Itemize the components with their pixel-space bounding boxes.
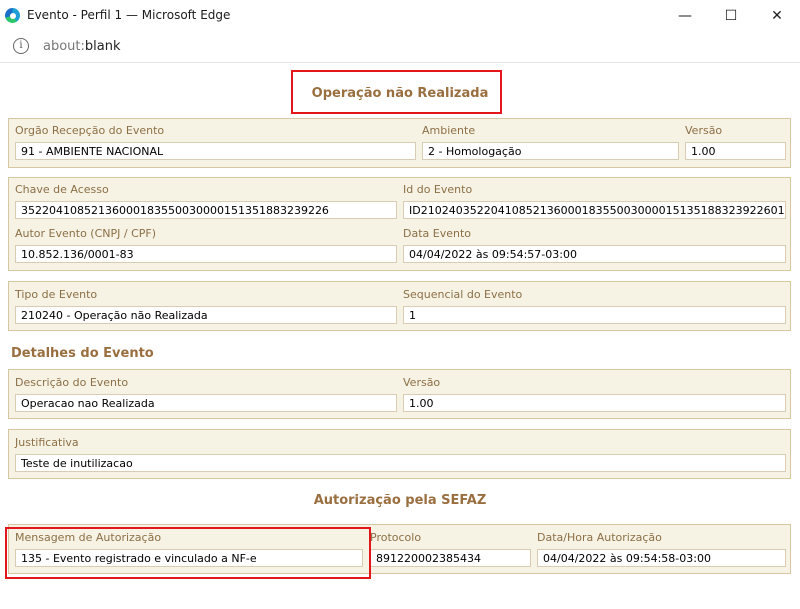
detalhes-title: Detalhes do Evento xyxy=(11,346,154,361)
close-button[interactable]: ✕ xyxy=(754,0,800,32)
id-evento-field: ID21024035220410852136000183550030000151… xyxy=(403,201,786,219)
orgao-label: Orgão Recepção do Evento xyxy=(15,124,165,137)
window-titlebar: Evento - Perfil 1 — Microsoft Edge — ☐ ✕ xyxy=(0,0,800,32)
panel-justificativa: Justificativa Teste de inutilizacao xyxy=(8,429,791,479)
ambiente-field: 2 - Homologação xyxy=(422,142,679,160)
justificativa-label: Justificativa xyxy=(15,436,79,449)
datahora-label: Data/Hora Autorização xyxy=(537,531,662,544)
url-scheme: about: xyxy=(43,39,85,54)
highlight-box-mensagem xyxy=(5,527,371,579)
info-icon[interactable]: i xyxy=(13,38,29,54)
window-title: Evento - Perfil 1 — Microsoft Edge xyxy=(27,8,231,22)
edge-logo-icon xyxy=(5,8,20,23)
det-versao-field: 1.00 xyxy=(403,394,786,412)
autor-label: Autor Evento (CNPJ / CPF) xyxy=(15,227,157,240)
det-versao-label: Versão xyxy=(403,376,441,389)
autorizacao-title: Autorização pela SEFAZ xyxy=(313,493,487,508)
highlight-box-title xyxy=(291,70,502,114)
data-evento-label: Data Evento xyxy=(403,227,472,240)
protocolo-label: Protocolo xyxy=(370,531,422,544)
datahora-field: 04/04/2022 às 09:54:58-03:00 xyxy=(537,549,786,567)
tipo-label: Tipo de Evento xyxy=(15,288,98,301)
justificativa-field: Teste de inutilizacao xyxy=(15,454,786,472)
orgao-field: 91 - AMBIENTE NACIONAL xyxy=(15,142,416,160)
id-evento-label: Id do Evento xyxy=(403,183,473,196)
versao-label: Versão xyxy=(685,124,723,137)
protocolo-field: 891220002385434 xyxy=(370,549,531,567)
autor-field: 10.852.136/0001-83 xyxy=(15,245,397,263)
panel-orgao: Orgão Recepção do Evento 91 - AMBIENTE N… xyxy=(8,118,791,168)
address-bar[interactable]: i about:blank xyxy=(0,32,800,63)
panel-detalhes: Descrição do Evento Operacao nao Realiza… xyxy=(8,369,791,419)
url-page: blank xyxy=(84,39,121,54)
data-evento-field: 04/04/2022 às 09:54:57-03:00 xyxy=(403,245,786,263)
sequencial-label: Sequencial do Evento xyxy=(403,288,523,301)
sequencial-field: 1 xyxy=(403,306,786,324)
panel-tipo: Tipo de Evento 210240 - Operação não Rea… xyxy=(8,281,791,331)
versao-field: 1.00 xyxy=(685,142,786,160)
minimize-button[interactable]: — xyxy=(662,0,708,32)
descricao-field: Operacao nao Realizada xyxy=(15,394,397,412)
url-text[interactable]: about:blank xyxy=(43,39,121,54)
ambiente-label: Ambiente xyxy=(422,124,476,137)
tipo-field: 210240 - Operação não Realizada xyxy=(15,306,397,324)
chave-label: Chave de Acesso xyxy=(15,183,109,196)
descricao-label: Descrição do Evento xyxy=(15,376,129,389)
maximize-button[interactable]: ☐ xyxy=(708,0,754,32)
chave-field: 3522041085213600018355003000015135188323… xyxy=(15,201,397,219)
page-content: Operação não Realizada Orgão Recepção do… xyxy=(0,63,800,609)
panel-chave: Chave de Acesso 352204108521360001835500… xyxy=(8,177,791,271)
